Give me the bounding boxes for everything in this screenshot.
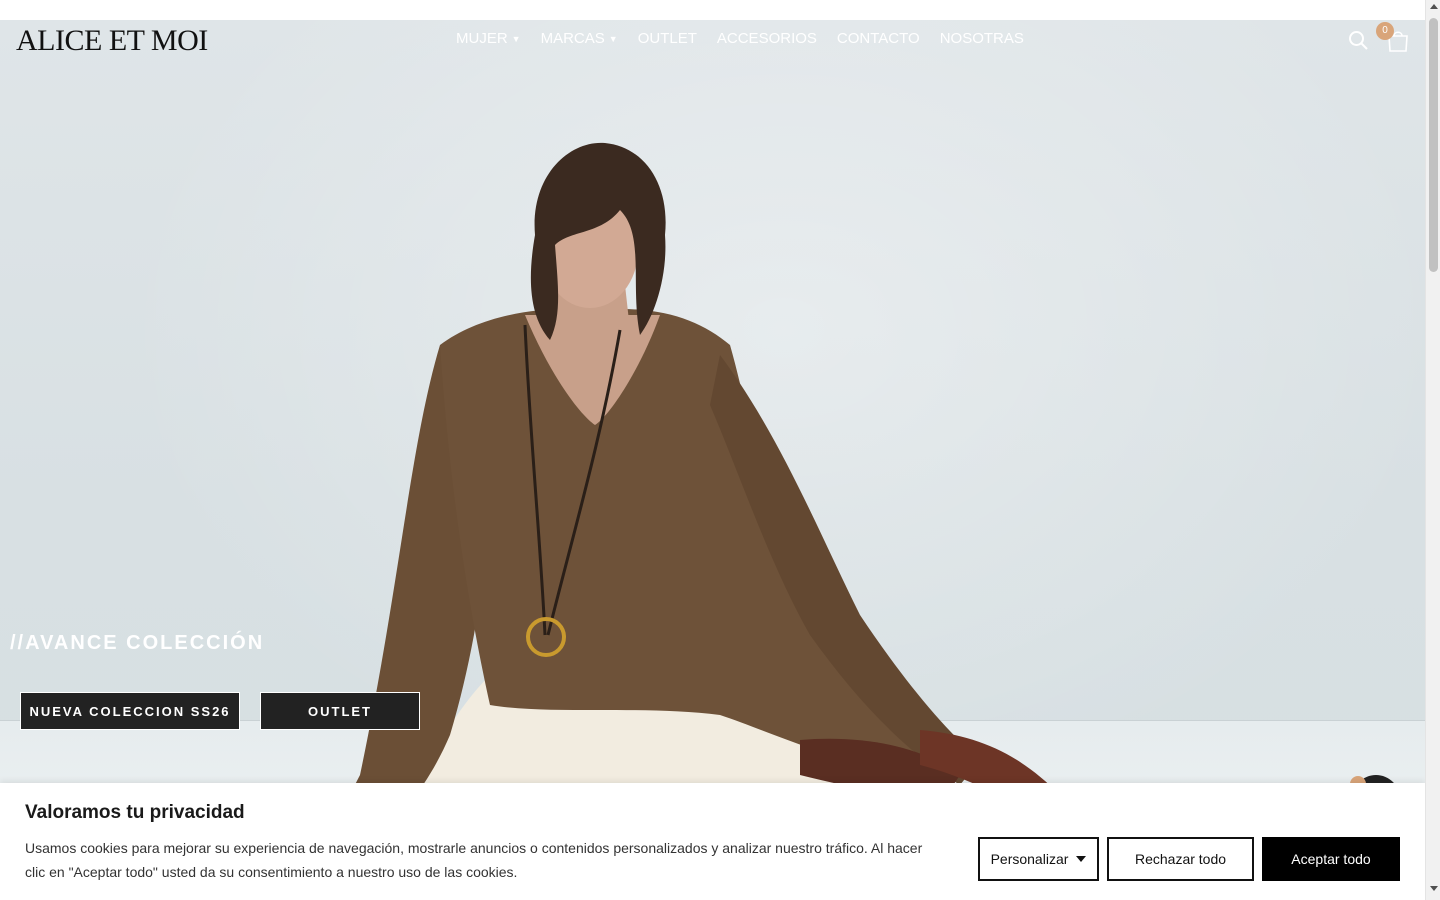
site-logo[interactable]: ALICE ET MOI: [16, 24, 208, 58]
cookie-description: Usamos cookies para mejorar su experienc…: [25, 840, 923, 880]
nav-item-marcas[interactable]: MARCAS ▼: [541, 30, 618, 47]
nav-item-mujer[interactable]: MUJER ▼: [456, 30, 521, 47]
nav-item-nosotras[interactable]: NOSOTRAS: [940, 30, 1024, 47]
nav-item-label: MUJER: [456, 30, 508, 47]
nav-item-contacto[interactable]: CONTACTO: [837, 30, 920, 47]
cookie-banner: Valoramos tu privacidad Usamos cookies p…: [0, 783, 1425, 900]
nav-item-label: CONTACTO: [836, 30, 920, 47]
scroll-down-arrow-icon[interactable]: [1430, 886, 1438, 891]
scrollbar-thumb[interactable]: [1429, 18, 1438, 272]
main-nav: MUJER ▼ MARCAS ▼ OUTLET ACCESORIOS CONTA…: [456, 30, 1024, 47]
hero-banner[interactable]: [0, 20, 1425, 900]
customize-label: Personalizar: [990, 851, 1069, 867]
customize-button[interactable]: Personalizar: [978, 837, 1099, 881]
search-icon[interactable]: [1348, 30, 1368, 50]
chevron-down-icon: ▼: [608, 34, 618, 44]
nav-item-label: OUTLET: [637, 30, 697, 47]
nav-item-label: ACCESORIOS: [716, 30, 817, 47]
reject-all-button[interactable]: Rechazar todo: [1107, 837, 1254, 881]
nav-item-label: MARCAS: [540, 30, 605, 47]
chevron-down-icon: ▼: [511, 34, 521, 44]
cookie-title: Valoramos tu privacidad: [25, 802, 245, 823]
outlet-button[interactable]: OUTLET: [260, 692, 420, 730]
top-strip: [0, 0, 1425, 20]
nav-item-label: NOSOTRAS: [939, 30, 1024, 47]
page-scrollbar[interactable]: [1425, 0, 1440, 900]
scroll-up-arrow-icon[interactable]: [1430, 4, 1438, 9]
page: ALICE ET MOI MUJER ▼ MARCAS ▼ OUTLET ACC…: [0, 0, 1440, 900]
new-collection-button[interactable]: NUEVA COLECCION SS26: [20, 692, 240, 730]
caret-down-icon: [1076, 856, 1087, 862]
hero-heading: //AVANCE COLECCIÓN: [10, 632, 265, 654]
cart-count-badge: 0: [1376, 22, 1394, 40]
nav-item-outlet[interactable]: OUTLET: [638, 30, 697, 47]
nav-item-accesorios[interactable]: ACCESORIOS: [717, 30, 817, 47]
accept-all-button[interactable]: Aceptar todo: [1262, 837, 1400, 881]
